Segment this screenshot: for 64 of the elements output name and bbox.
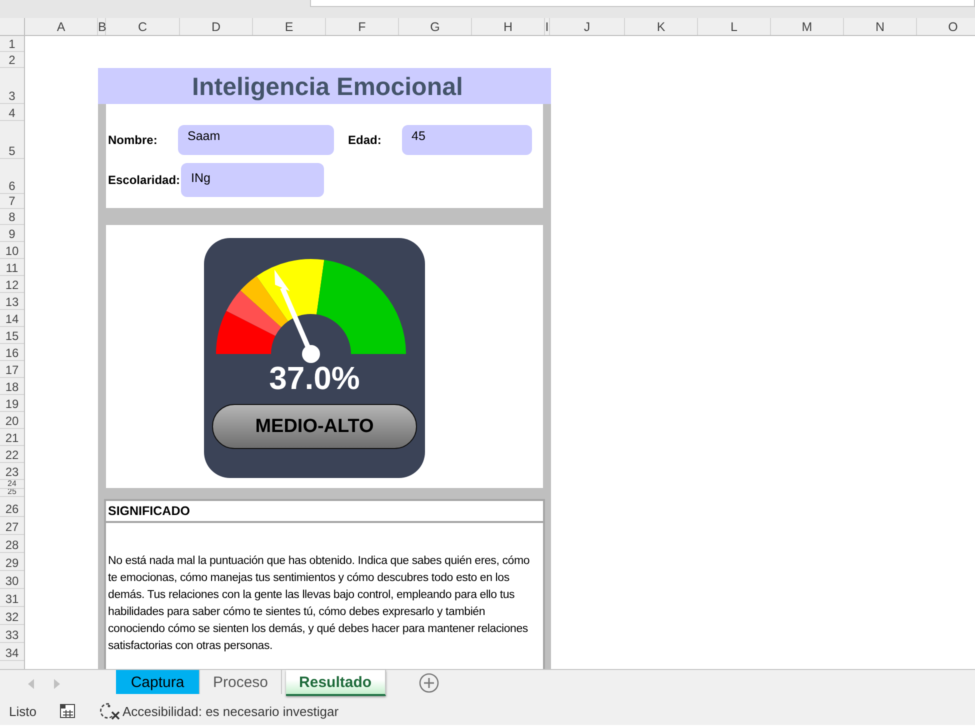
column-header[interactable]: I [545,18,550,35]
field-label: Edad: [348,133,382,147]
row-header[interactable]: 8 [0,209,24,225]
gauge-reading: 37.0% [269,360,360,396]
row-header[interactable]: 30 [0,571,24,589]
row-header[interactable]: 18 [0,378,24,395]
row-header[interactable]: 29 [0,553,24,571]
column-header[interactable]: B [98,18,106,35]
row-header[interactable]: 12 [0,276,24,293]
row-header[interactable]: 2 [0,52,24,68]
column-header[interactable]: M [771,18,844,35]
column-header[interactable]: F [326,18,399,35]
sheet-tab[interactable]: Captura [116,670,200,694]
row-header[interactable]: 1 [0,36,24,52]
row-header[interactable]: 32 [0,607,24,625]
meaning-paragraph: No está nada mal la puntuación que has obtenido. Indica que sabes quién eres, cómo te emocionas, cómo manejas tus sentimientos y cómo descubres todo esto en los demás. Tus relaciones con la gente las llevas bajo control, empleando para ello tus habilidades para saber cómo te sientes tú, cómo debes expresarlo y también conociendo cómo se sienten los demás, y qué debes hacer para mantener relaciones satisfactorias con otras personas. [107,554,531,654]
row-header[interactable]: 9 [0,225,24,242]
row-header[interactable]: 24 [0,480,24,489]
row-header[interactable]: 23 [0,463,24,480]
row-header[interactable]: 28 [0,535,24,553]
row-header[interactable]: 34 [0,643,24,661]
column-header[interactable]: L [698,18,771,35]
accessibility-icon[interactable] [100,702,120,720]
row-header[interactable]: 13 [0,293,24,310]
column-header[interactable]: J [550,18,625,35]
row-header[interactable]: 19 [0,395,24,412]
status-text: Listo [9,704,36,718]
row-header[interactable]: 15 [0,327,24,344]
sheet-tab[interactable]: Resultado [286,670,386,696]
row-header[interactable]: 31 [0,589,24,607]
row-header[interactable]: 5 [0,121,24,159]
column-header[interactable]: O [917,18,975,35]
row-header[interactable]: 20 [0,412,24,429]
row-header[interactable]: 22 [0,446,24,463]
row-header[interactable]: 11 [0,259,24,276]
row-header[interactable]: 21 [0,429,24,446]
section-heading: SIGNIFICADO [106,501,543,523]
sheet-tab[interactable]: Proceso [200,670,282,694]
column-header[interactable]: C [106,18,180,35]
category-label: MEDIO-ALTO [212,404,417,449]
row-header[interactable]: 33 [0,625,24,643]
field-label: Escolaridad: [108,173,180,187]
row-header[interactable]: 7 [0,194,24,209]
row-header[interactable]: 14 [0,310,24,327]
report-title: Inteligencia Emocional [98,68,551,104]
row-header[interactable]: 4 [0,104,24,121]
row-header[interactable]: 3 [0,68,24,104]
column-header[interactable]: E [253,18,326,35]
column-header[interactable]: A [25,18,98,35]
row-header[interactable]: 27 [0,517,24,535]
column-header[interactable]: N [844,18,917,35]
column-header[interactable]: G [399,18,472,35]
field-label: Nombre: [108,133,158,147]
row-header[interactable]: 6 [0,159,24,194]
sheet-grid-icon[interactable] [60,704,76,718]
row-header[interactable]: 16 [0,344,24,361]
row-header[interactable]: 17 [0,361,24,378]
row-header[interactable]: 26 [0,497,24,517]
row-header[interactable]: 10 [0,242,24,259]
column-header[interactable]: H [472,18,545,35]
column-header[interactable]: D [180,18,253,35]
add-sheet-icon[interactable] [418,673,439,693]
accessibility-status[interactable]: Accesibilidad: es necesario investigar [122,704,339,718]
column-header[interactable]: K [625,18,698,35]
